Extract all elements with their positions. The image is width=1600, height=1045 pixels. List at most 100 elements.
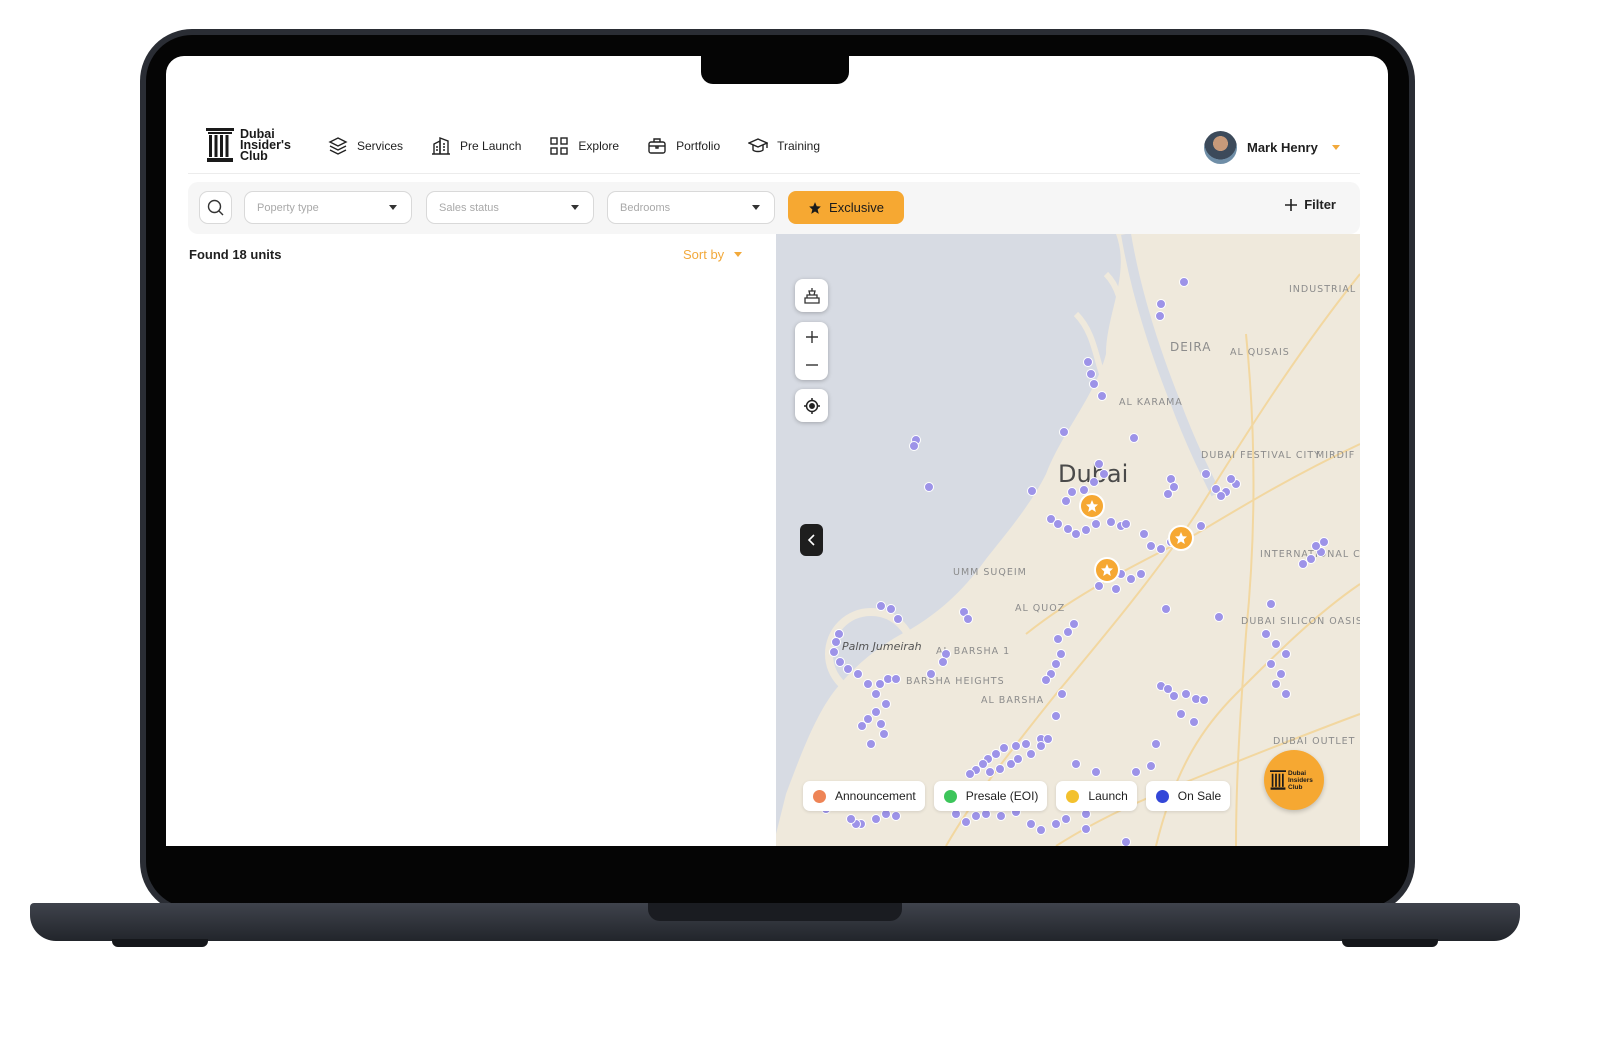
property-marker[interactable] [1056,649,1066,659]
exclusive-marker[interactable] [1079,493,1105,519]
property-marker[interactable] [1161,604,1171,614]
property-marker[interactable] [871,707,881,717]
property-marker[interactable] [1063,524,1073,534]
property-marker[interactable] [1146,761,1156,771]
property-marker[interactable] [985,767,995,777]
property-marker[interactable] [1081,525,1091,535]
zoom-out-button[interactable] [795,351,828,379]
property-marker[interactable] [876,601,886,611]
property-marker[interactable] [965,769,975,779]
property-marker[interactable] [891,674,901,684]
property-marker[interactable] [871,814,881,824]
property-marker[interactable] [995,764,1005,774]
property-marker[interactable] [1261,629,1271,639]
legend-item-on-sale[interactable]: On Sale [1145,781,1231,811]
property-marker[interactable] [963,614,973,624]
property-marker[interactable] [1026,749,1036,759]
property-marker[interactable] [1276,669,1286,679]
property-marker[interactable] [1094,459,1104,469]
user-menu[interactable]: Mark Henry [1204,131,1340,164]
property-marker[interactable] [1071,759,1081,769]
property-marker[interactable] [1053,519,1063,529]
zoom-in-button[interactable] [795,323,828,351]
property-marker[interactable] [876,719,886,729]
property-marker[interactable] [1129,433,1139,443]
property-marker[interactable] [1071,529,1081,539]
property-marker[interactable] [1013,754,1023,764]
map-view[interactable]: INDUSTRIAL DEIRA AL QUSAIS AL KARAMA DUB… [776,234,1360,846]
property-marker[interactable] [1156,299,1166,309]
nav-item-portfolio[interactable]: Portfolio [647,136,720,156]
property-marker[interactable] [875,679,885,689]
property-marker[interactable] [893,614,903,624]
property-marker[interactable] [879,729,889,739]
my-location-button[interactable] [795,389,828,422]
property-marker[interactable] [871,689,881,699]
property-marker[interactable] [881,699,891,709]
property-marker[interactable] [1271,679,1281,689]
sales-status-select[interactable]: Sales status [426,191,594,224]
property-marker[interactable] [1036,825,1046,835]
property-marker[interactable] [1271,639,1281,649]
property-marker[interactable] [1094,581,1104,591]
property-marker[interactable] [1011,741,1021,751]
property-type-select[interactable]: Poperty type [244,191,412,224]
property-marker[interactable] [999,743,1009,753]
property-marker[interactable] [831,637,841,647]
exclusive-marker[interactable] [1168,525,1194,551]
sort-by-dropdown[interactable]: Sort by [683,247,743,262]
property-marker[interactable] [1079,485,1089,495]
property-marker[interactable] [1131,767,1141,777]
filter-button[interactable]: Filter [1284,197,1336,212]
nav-item-pre-launch[interactable]: Pre Launch [431,136,521,156]
property-marker[interactable] [1091,519,1101,529]
property-marker[interactable] [1163,489,1173,499]
property-marker[interactable] [1281,689,1291,699]
property-marker[interactable] [891,811,901,821]
property-marker[interactable] [1196,521,1206,531]
exclusive-marker[interactable] [1094,557,1120,583]
property-marker[interactable] [1089,477,1099,487]
property-marker[interactable] [1026,819,1036,829]
property-marker[interactable] [1156,544,1166,554]
property-marker[interactable] [1051,711,1061,721]
property-marker[interactable] [1051,819,1061,829]
property-marker[interactable] [1111,584,1121,594]
property-marker[interactable] [1121,837,1131,847]
brand-logo[interactable]: Dubai Insider's Club [206,127,300,162]
property-marker[interactable] [1069,619,1079,629]
property-marker[interactable] [1041,675,1051,685]
property-marker[interactable] [1176,709,1186,719]
property-marker[interactable] [1181,689,1191,699]
property-marker[interactable] [1126,574,1136,584]
property-marker[interactable] [1214,612,1224,622]
property-marker[interactable] [1021,739,1031,749]
property-marker[interactable] [1089,379,1099,389]
property-marker[interactable] [1199,695,1209,705]
property-marker[interactable] [1226,474,1236,484]
property-marker[interactable] [1155,311,1165,321]
property-marker[interactable] [926,669,936,679]
property-marker[interactable] [886,604,896,614]
property-marker[interactable] [1169,691,1179,701]
club-badge-button[interactable]: Dubai Insiders Club [1264,750,1324,810]
property-marker[interactable] [1091,767,1101,777]
property-marker[interactable] [1053,634,1063,644]
property-marker[interactable] [1216,491,1226,501]
property-marker[interactable] [1266,659,1276,669]
property-marker[interactable] [1136,569,1146,579]
legend-item-launch[interactable]: Launch [1056,781,1137,811]
property-marker[interactable] [1266,599,1276,609]
property-marker[interactable] [1081,824,1091,834]
property-marker[interactable] [1151,739,1161,749]
property-marker[interactable] [866,739,876,749]
property-marker[interactable] [1319,537,1329,547]
property-marker[interactable] [853,669,863,679]
property-marker[interactable] [909,441,919,451]
property-marker[interactable] [1067,487,1077,497]
property-marker[interactable] [996,811,1006,821]
map-canvas[interactable]: INDUSTRIAL DEIRA AL QUSAIS AL KARAMA DUB… [776,234,1360,846]
property-marker[interactable] [1298,559,1308,569]
property-marker[interactable] [1061,496,1071,506]
property-marker[interactable] [857,721,867,731]
